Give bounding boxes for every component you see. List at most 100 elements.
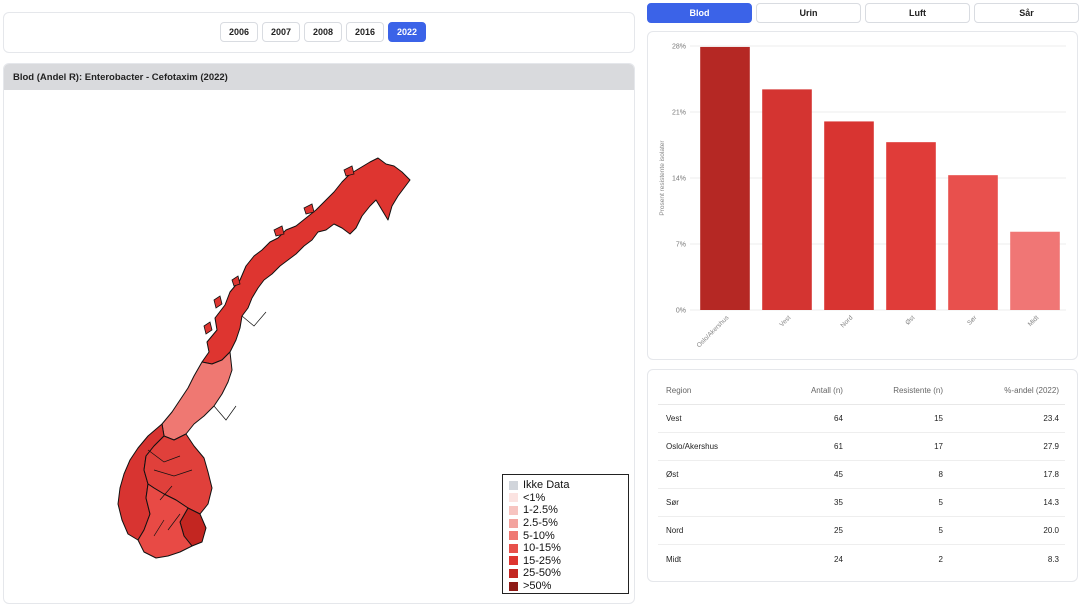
- year-selector: 2006 2007 2008 2016 2022: [220, 22, 426, 42]
- y-tick-label: 7%: [676, 242, 686, 249]
- legend-swatch: [509, 531, 518, 541]
- legend-item: 25-50%: [509, 567, 628, 580]
- table-row: Nord 25 5 20.0: [658, 516, 1065, 546]
- legend-swatch: [509, 543, 518, 553]
- bar-nord[interactable]: [824, 121, 874, 310]
- table-cell: Midt: [666, 554, 682, 564]
- year-button-2016[interactable]: 2016: [346, 22, 384, 42]
- table-cell: 35: [778, 488, 843, 518]
- legend-item: <1%: [509, 492, 628, 505]
- table-cell: Nord: [658, 516, 779, 546]
- legend-item: 10-15%: [509, 542, 628, 555]
- map-title: Blod (Andel R): Enterobacter - Cefotaxim…: [4, 64, 634, 90]
- bar-midt[interactable]: [1010, 231, 1060, 310]
- table-cell: 5: [842, 516, 943, 546]
- y-tick-label: 21%: [672, 110, 686, 117]
- x-tick-label: Sør: [966, 314, 979, 327]
- bar-øst[interactable]: [886, 142, 936, 310]
- legend-swatch: [509, 505, 518, 515]
- table-cell: 61: [778, 432, 843, 461]
- legend-item: 1-2.5%: [509, 504, 628, 517]
- year-selector-card: 2006 2007 2008 2016 2022: [3, 12, 635, 53]
- table-cell: 23.4: [943, 404, 1065, 433]
- legend-label: 5-10%: [523, 529, 555, 542]
- year-button-2006[interactable]: 2006: [220, 22, 258, 42]
- tab-sår[interactable]: Sår: [974, 3, 1079, 23]
- y-axis-label: Prosent resistente isolater: [659, 140, 666, 216]
- legend-label: >50%: [523, 580, 552, 593]
- table-row: Øst 45 8 17.8: [658, 460, 1065, 490]
- bar-oslo-akershus[interactable]: [700, 46, 750, 310]
- table-cell: 5: [842, 488, 943, 518]
- table-cell: 8: [842, 460, 943, 490]
- legend-label: 15-25%: [523, 554, 561, 567]
- x-tick-label: Oslo/Akershus: [696, 314, 731, 349]
- legend-label: 10-15%: [523, 542, 561, 555]
- year-button-2022[interactable]: 2022: [388, 22, 426, 42]
- legend-label: 1-2.5%: [523, 504, 558, 517]
- region-table: Region Antall (n) Resistente (n) %-andel (2…: [658, 378, 1065, 573]
- table-cell: 45: [778, 460, 843, 490]
- column-header[interactable]: %-andel (2022): [943, 378, 1065, 405]
- legend-label: <1%: [523, 491, 546, 504]
- legend-swatch: [509, 493, 518, 503]
- map-card: Blod (Andel R): Enterobacter - Cefotaxim…: [3, 63, 635, 604]
- legend-swatch: [509, 480, 518, 490]
- column-header[interactable]: Antall (n): [778, 378, 843, 405]
- chart-card: 0% 7% 14% 21% 28% Prosent resistente isolater…: [647, 31, 1078, 360]
- y-tick-label: 0%: [676, 308, 686, 315]
- table-row: Midt 24 2 8.3: [658, 545, 1065, 573]
- legend-swatch: [509, 581, 518, 591]
- tab-luft[interactable]: Luft: [865, 3, 970, 23]
- legend-item: 5-10%: [509, 529, 628, 542]
- x-tick-label: Nord: [839, 314, 854, 329]
- legend-item: 15-25%: [509, 555, 628, 568]
- table-cell: 17.8: [943, 460, 1065, 490]
- column-header[interactable]: Resistente (n): [842, 378, 943, 405]
- y-tick-label: 28%: [672, 44, 686, 51]
- map-legend: Ikke Data <1% 1-2.5% 2.5-5% 5-10% 10-15% 15-25…: [502, 474, 629, 594]
- legend-item: Ikke Data: [509, 479, 628, 492]
- table-cell: 25: [778, 516, 843, 546]
- table-cell: 17: [842, 432, 943, 461]
- legend-item: >50%: [509, 580, 628, 593]
- bar-sør[interactable]: [948, 175, 998, 310]
- table-cell: Øst: [658, 460, 779, 490]
- legend-label: 2.5-5%: [523, 517, 558, 530]
- table-row: Sør 35 5 14.3: [658, 488, 1065, 518]
- column-header[interactable]: Region: [658, 378, 779, 405]
- table-cell: 8.3: [1047, 554, 1059, 564]
- legend-swatch: [509, 556, 518, 566]
- table-row: Oslo/Akershus 61 17 27.9: [658, 432, 1065, 461]
- table-cell: 64: [778, 404, 843, 433]
- year-button-2007[interactable]: 2007: [262, 22, 300, 42]
- legend-label: Ikke Data: [523, 479, 570, 492]
- table-row: Vest 64 15 23.4: [658, 404, 1065, 433]
- map-region-nord[interactable]: [201, 157, 411, 365]
- tab-blod[interactable]: Blod: [647, 3, 752, 23]
- table-cell: 14.3: [943, 488, 1065, 518]
- x-tick-label: Øst: [904, 314, 916, 326]
- table-cell: Oslo/Akershus: [658, 432, 779, 461]
- table-cell: 20.0: [943, 516, 1065, 546]
- x-tick-label: Midt: [1027, 314, 1041, 328]
- table-cell: 2: [938, 554, 943, 564]
- x-tick-label: Vest: [779, 314, 793, 328]
- year-button-2008[interactable]: 2008: [304, 22, 342, 42]
- bar-chart: 0% 7% 14% 21% 28% Prosent resistente isolater…: [659, 44, 1066, 349]
- y-tick-label: 14%: [672, 176, 686, 183]
- table-header-row: Region Antall (n) Resistente (n) %-andel (2…: [658, 378, 1065, 405]
- table-cell: 15: [842, 404, 943, 433]
- legend-label: 25-50%: [523, 567, 561, 580]
- table-cell: Vest: [658, 404, 779, 433]
- table-cell: 27.9: [943, 432, 1065, 461]
- table-cell: Sør: [658, 488, 779, 518]
- bar-vest[interactable]: [762, 89, 812, 310]
- tab-urin[interactable]: Urin: [756, 3, 861, 23]
- table-cell: 24: [834, 554, 843, 564]
- legend-swatch: [509, 518, 518, 528]
- map-region-midt[interactable]: [161, 351, 233, 441]
- legend-item: 2.5-5%: [509, 517, 628, 530]
- specimen-tabs: Blod Urin Luft Sår: [647, 3, 1079, 23]
- table-card: Region Antall (n) Resistente (n) %-andel (2…: [647, 369, 1078, 582]
